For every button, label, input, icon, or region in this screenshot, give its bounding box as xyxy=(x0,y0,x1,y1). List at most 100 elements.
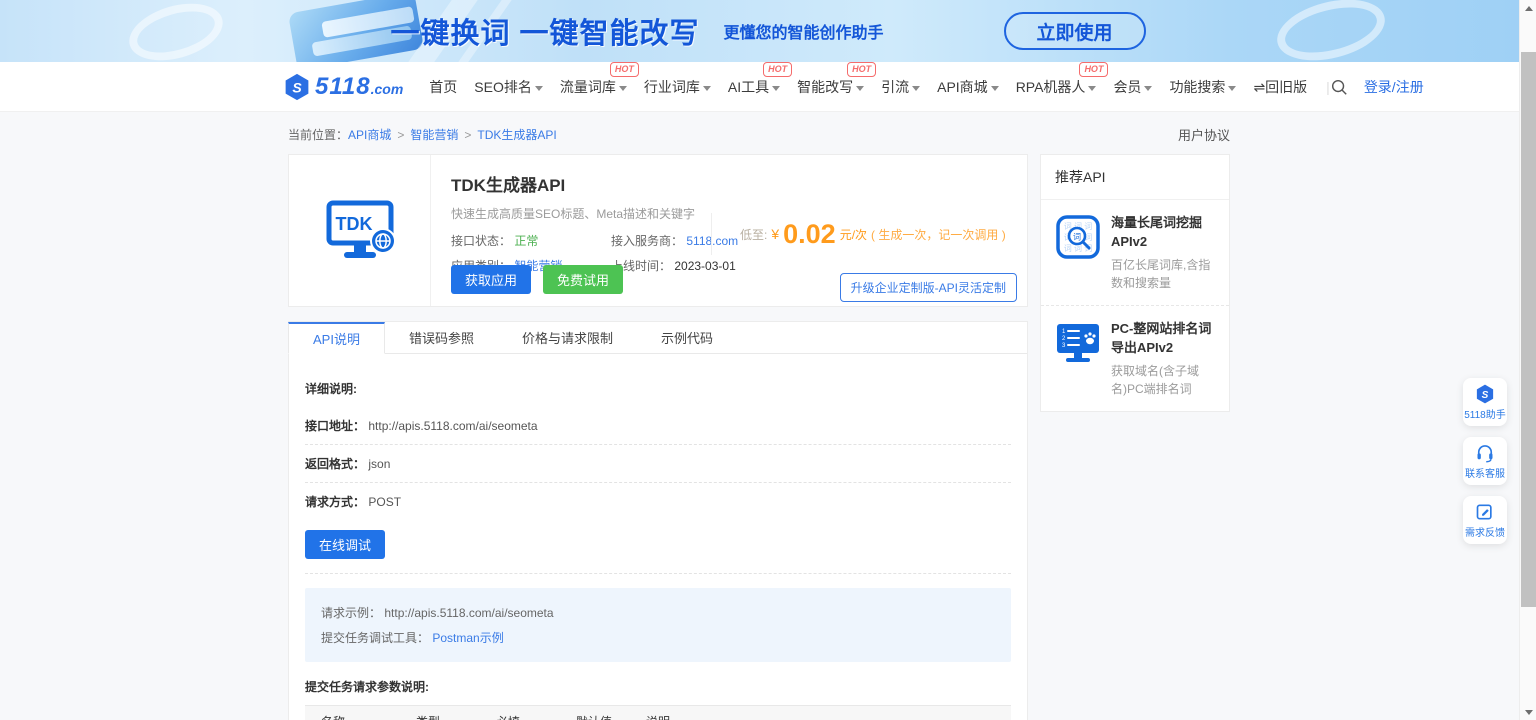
promo-banner: 一键换词 一键智能改写 更懂您的智能创作助手 立即使用 xyxy=(0,0,1536,62)
free-trial-button[interactable]: 免费试用 xyxy=(543,265,624,294)
nav-item-label: 回旧版 xyxy=(1265,78,1308,95)
tab-api-description[interactable]: API说明 xyxy=(288,322,385,354)
recommended-api-item-longtail[interactable]: 词 词 词 词 词 词 词 词 词 词 海量长尾词挖掘APIv2 百亿长尾词库,… xyxy=(1041,200,1229,305)
login-register-link[interactable]: 登录/注册 xyxy=(1364,77,1424,97)
column-header-required: 必填 xyxy=(480,705,560,720)
recommended-api-name: 海量长尾词挖掘APIv2 xyxy=(1111,215,1203,249)
chevron-down-icon xyxy=(1228,85,1237,91)
banner-subtitle: 更懂您的智能创作助手 xyxy=(723,25,884,42)
online-debug-button[interactable]: 在线调试 xyxy=(305,530,386,559)
nav-item-smart-rewrite[interactable]: 智能改写 HOT xyxy=(797,61,877,97)
chevron-down-icon xyxy=(772,85,781,91)
breadcrumb: 当前位置： API商城 > 智能营销 > TDK生成器API 用户协议 xyxy=(288,125,1230,144)
nav-item-old-version[interactable]: ⇌回旧版 xyxy=(1253,77,1307,97)
nav-item-label: RPA机器人 xyxy=(1015,78,1086,95)
nav-item-rpa-robot[interactable]: RPA机器人 HOT xyxy=(1015,61,1109,97)
nav-item-label: 行业词库 xyxy=(643,78,700,95)
svg-text:S: S xyxy=(292,79,302,95)
svg-text:TDK: TDK xyxy=(335,214,372,234)
method-row: 请求方式： POST xyxy=(305,495,402,509)
nav-item-industry-words[interactable]: 行业词库 xyxy=(644,77,711,97)
nav-item-label: 功能搜索 xyxy=(1169,78,1226,95)
recommended-api-name: PC-整网站排名词导出APIv2 xyxy=(1111,320,1212,355)
logo-suffix: .com xyxy=(370,80,404,97)
breadcrumb-link-smart-marketing[interactable]: 智能营销 xyxy=(410,126,458,143)
word-mining-magnifier-icon: 词 词 词 词 词 词 词 词 词 词 xyxy=(1056,215,1100,259)
price: 低至: ¥ 0.02 元/次 ( 生成一次，记一次调用 ) xyxy=(711,213,1006,255)
nav-item-feature-search[interactable]: 功能搜索 xyxy=(1169,77,1237,97)
scrollbar-thumb[interactable] xyxy=(1521,52,1536,607)
table-header-row: 名称 类型 必填 默认值 说明 xyxy=(305,705,1011,720)
recommended-api-title: 推荐API xyxy=(1041,155,1229,200)
chevron-down-icon xyxy=(702,85,711,91)
chevron-down-icon xyxy=(1088,85,1097,91)
nav-item-lead-gen[interactable]: 引流 xyxy=(881,77,921,97)
online-date: 上线时间： 2023-03-01 xyxy=(611,259,736,273)
5118-logo-icon: S xyxy=(1476,384,1494,403)
request-example-url: http://apis.5118.com/ai/seometa xyxy=(384,606,554,620)
nav-menu: 首页 SEO排名 流量词库 HOT 行业词库 AI工具 HOT 智能改写 HOT 引流… xyxy=(429,61,1330,97)
column-header-description: 说明 xyxy=(630,705,1011,720)
feedback-float-button[interactable]: 需求反馈 xyxy=(1463,496,1507,544)
endpoint-url: http://apis.5118.com/ai/seometa xyxy=(368,419,538,433)
banner-cta-button[interactable]: 立即使用 xyxy=(1003,12,1146,50)
main-navigation: S 5118 .com 首页 SEO排名 流量词库 HOT 行业词库 AI工具 HO… xyxy=(0,61,1536,112)
scrollbar-down-arrow[interactable] xyxy=(1520,704,1536,720)
contact-support-float-button[interactable]: 联系客服 xyxy=(1463,437,1507,485)
nav-item-home[interactable]: 首页 xyxy=(429,77,457,97)
params-section-title: 提交任务请求参数说明: xyxy=(305,680,429,694)
nav-item-label: 首页 xyxy=(429,78,458,95)
banner-title: 一键换词 一键智能改写 xyxy=(390,18,700,50)
column-header-default: 默认值 xyxy=(560,705,630,720)
breadcrumb-prefix: 当前位置： xyxy=(288,128,349,142)
breadcrumb-link-api-store[interactable]: API商城 xyxy=(348,126,391,143)
endpoint-row: 接口地址： http://apis.5118.com/ai/seometa xyxy=(305,407,1011,445)
tab-pricing-limits[interactable]: 价格与请求限制 xyxy=(498,322,637,353)
nav-item-label: SEO排名 xyxy=(474,78,532,95)
tab-sample-code[interactable]: 示例代码 xyxy=(637,322,737,353)
nav-item-api-store[interactable]: API商城 xyxy=(937,77,999,97)
assistant-float-button[interactable]: S 5118助手 xyxy=(1463,378,1507,426)
interface-status: 接口状态： 正常 xyxy=(451,234,539,248)
page-scrollbar[interactable] xyxy=(1519,0,1536,720)
nav-item-traffic-words[interactable]: 流量词库 HOT xyxy=(560,61,639,97)
status-value: 正常 xyxy=(514,234,539,248)
tab-error-codes[interactable]: 错误码参照 xyxy=(385,322,498,353)
user-agreement-link[interactable]: 用户协议 xyxy=(1178,125,1230,144)
chevron-down-icon xyxy=(534,85,543,91)
upgrade-enterprise-button[interactable]: 升级企业定制版-API灵活定制 xyxy=(839,273,1017,302)
postman-example-link[interactable]: Postman示例 xyxy=(432,631,503,645)
ranking-monitor-icon: 123 xyxy=(1057,323,1099,362)
hot-badge: HOT xyxy=(763,61,793,77)
chevron-down-icon xyxy=(618,85,627,91)
recommended-api-description: 获取域名(含子域名)PC端排名词 xyxy=(1111,363,1199,397)
search-icon[interactable] xyxy=(1330,78,1348,96)
nav-item-label: API商城 xyxy=(937,78,988,95)
nav-item-membership[interactable]: 会员 xyxy=(1113,77,1153,97)
feedback-edit-icon xyxy=(1476,504,1492,519)
scrollbar-up-arrow[interactable] xyxy=(1520,0,1536,16)
nav-item-ai-tools[interactable]: AI工具 HOT xyxy=(727,61,793,97)
method-value: POST xyxy=(368,495,402,509)
price-amount: 0.02 xyxy=(783,218,836,249)
logo-number: 5118 xyxy=(315,72,371,100)
swap-icon: ⇌ xyxy=(1253,78,1266,95)
product-title: TDK生成器API xyxy=(451,176,566,195)
column-header-name: 名称 xyxy=(305,705,400,720)
recommended-api-panel: 推荐API 词 词 词 词 词 词 词 词 词 词 xyxy=(1040,154,1230,412)
recommended-api-description: 百亿长尾词库,含指数和搜索量 xyxy=(1111,257,1211,291)
breadcrumb-current[interactable]: TDK生成器API xyxy=(477,126,556,143)
site-logo[interactable]: S 5118 .com xyxy=(283,73,403,101)
api-detail-card: API说明 错误码参照 价格与请求限制 示例代码 详细说明: 接口地址： htt… xyxy=(288,321,1028,720)
recommended-api-item-ranking-export[interactable]: 123 PC-整网站排名词导出APIv2 获取域名(含子域名)PC端排名词 xyxy=(1041,304,1229,411)
nav-item-label: AI工具 xyxy=(727,78,770,95)
product-icon-box: TDK xyxy=(289,155,431,306)
format-row: 返回格式： json xyxy=(305,445,1011,483)
params-table: 名称 类型 必填 默认值 说明 keywords string 是 xyxy=(305,705,1011,720)
nav-item-seo-ranking[interactable]: SEO排名 xyxy=(474,77,543,97)
5118-logo-icon: S xyxy=(285,73,309,100)
svg-text:S: S xyxy=(1482,390,1489,401)
get-app-button[interactable]: 获取应用 xyxy=(451,265,532,294)
breadcrumb-separator: > xyxy=(397,127,405,142)
chevron-down-icon xyxy=(912,85,921,91)
